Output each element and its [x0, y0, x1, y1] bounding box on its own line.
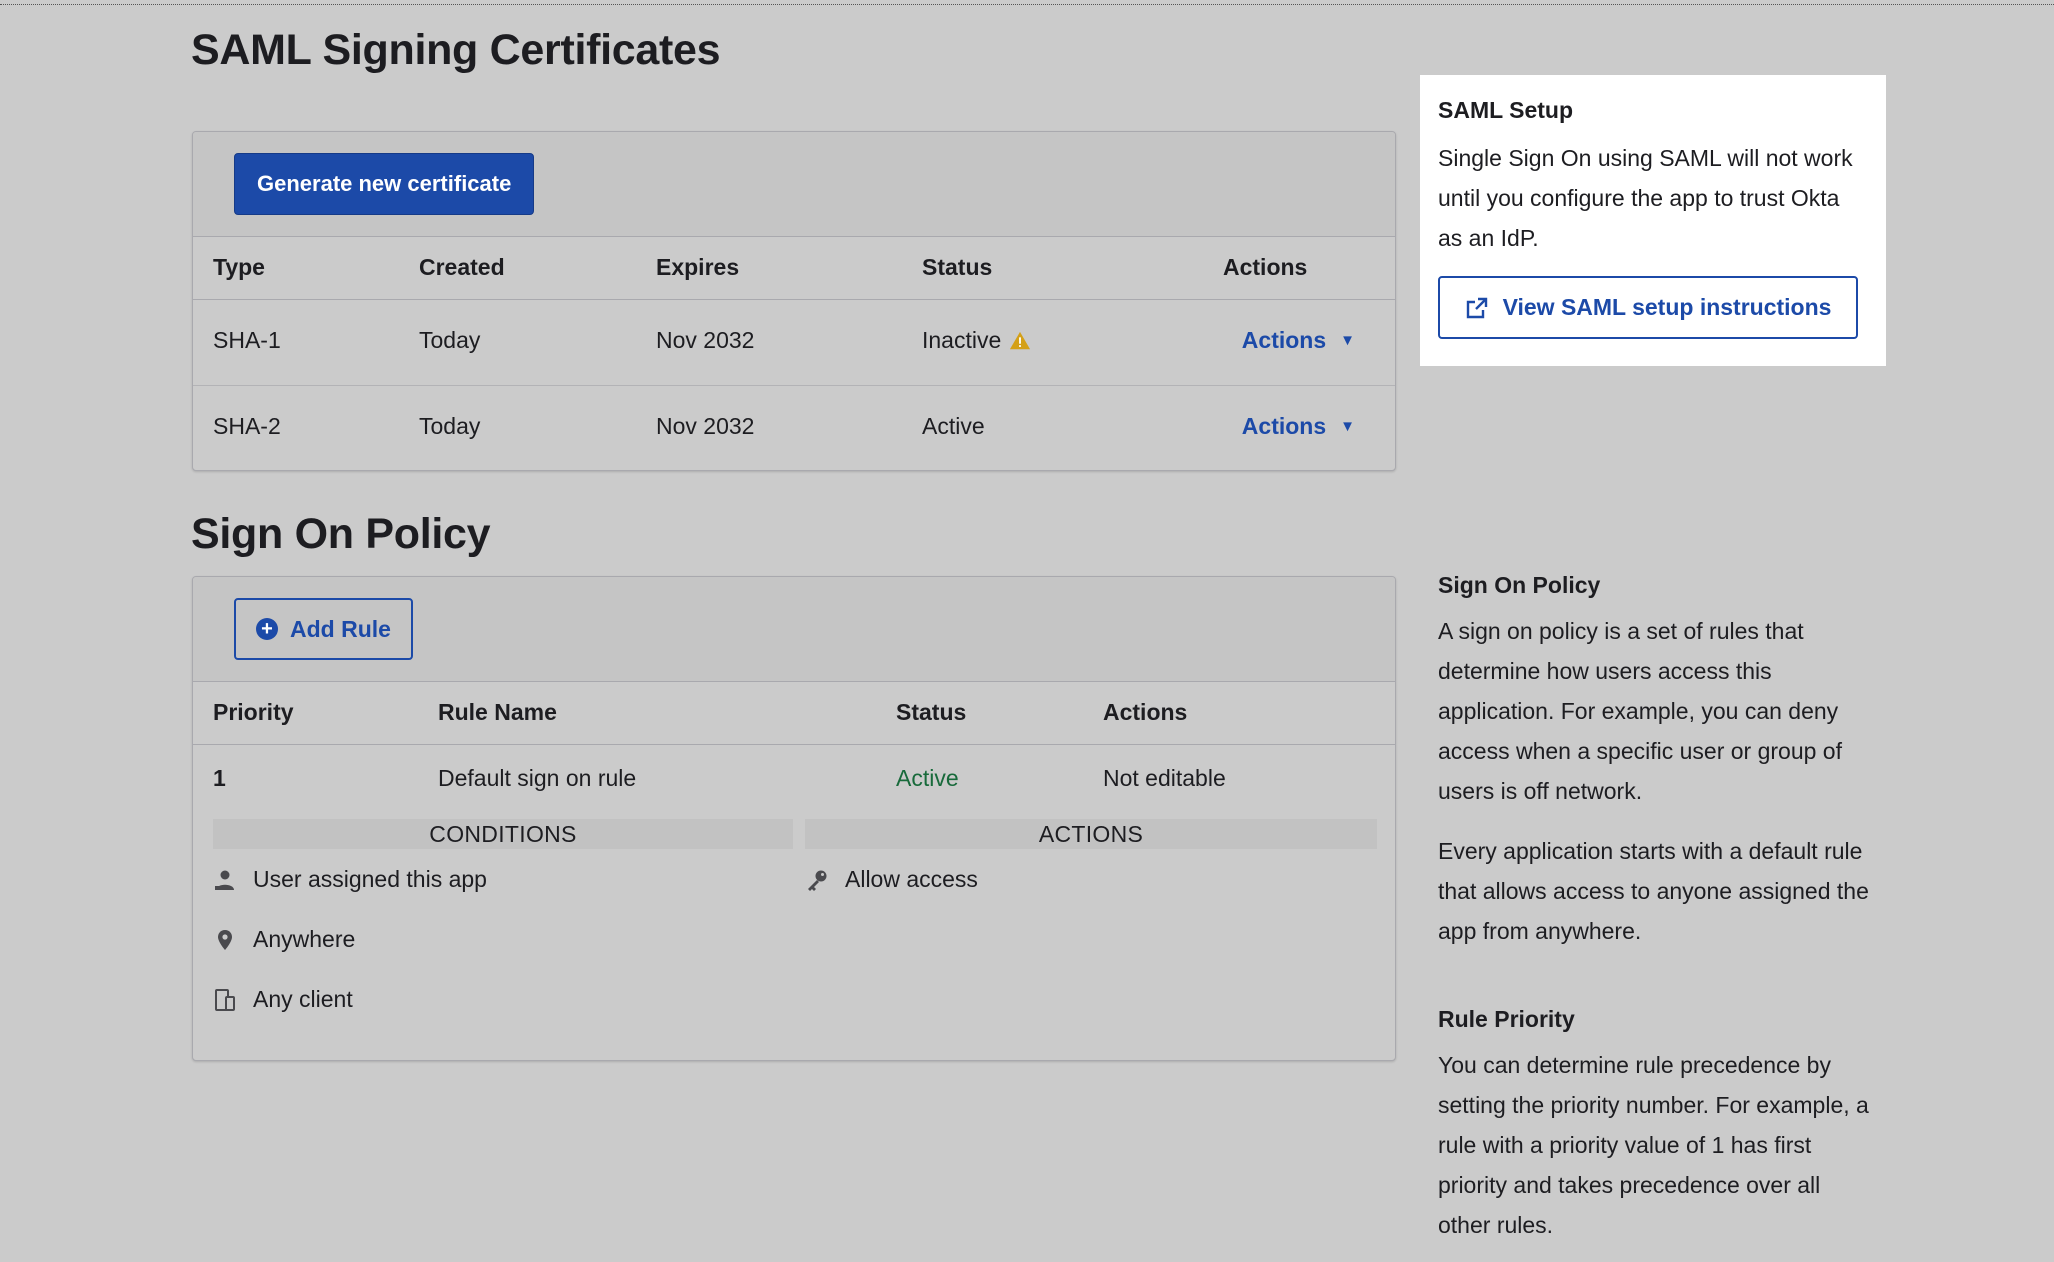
- column-status: Status: [922, 254, 993, 280]
- add-rule-label: Add Rule: [290, 615, 391, 642]
- warning-icon: [1010, 331, 1031, 349]
- column-type: Type: [213, 254, 265, 280]
- cert-status: Active: [922, 413, 985, 439]
- column-actions: Actions: [1103, 699, 1188, 725]
- certificates-table-header: Type Created Expires Status Actions: [193, 237, 1395, 300]
- certificates-table-body: SHA-1 Today Nov 2032 Inactive Actions ▼ …: [193, 300, 1395, 470]
- caret-down-icon: ▼: [1340, 332, 1355, 349]
- key-icon: [808, 870, 827, 891]
- policy-help-paragraph: A sign on policy is a set of rules that …: [1438, 618, 1842, 804]
- certificates-title: SAML Signing Certificates: [191, 26, 721, 74]
- certificates-panel: Generate new certificate Type Created Ex…: [192, 131, 1396, 471]
- column-created: Created: [419, 254, 505, 280]
- condition-text: User assigned this app: [253, 866, 487, 892]
- saml-setup-title: SAML Setup: [1438, 97, 1574, 123]
- conditions-header: CONDITIONS: [213, 819, 793, 849]
- rule-actions: Not editable: [1103, 765, 1226, 791]
- generate-certificate-button[interactable]: Generate new certificate: [234, 153, 535, 215]
- condition-text: Anywhere: [253, 926, 356, 952]
- column-priority: Priority: [213, 699, 294, 725]
- actions-dropdown[interactable]: Actions ▼: [1242, 413, 1355, 440]
- actions-dropdown-label: Actions: [1241, 327, 1327, 353]
- policy-rule-row: 1 Default sign on rule Active Not editab…: [193, 744, 1395, 1060]
- top-border: [0, 4, 2054, 5]
- column-status: Status: [896, 699, 967, 725]
- external-link-icon: [1466, 297, 1487, 318]
- condition-text: Any client: [253, 986, 353, 1012]
- policy-title: Sign On Policy: [191, 510, 491, 558]
- cert-status-text: Inactive: [922, 327, 1002, 353]
- view-saml-instructions-button[interactable]: View SAML setup instructions: [1438, 276, 1858, 339]
- policy-toolbar: + Add Rule: [193, 577, 1395, 682]
- policy-help-section: Sign On Policy A sign on policy is a set…: [1438, 572, 1878, 971]
- condition-item: User assigned this app: [213, 866, 487, 893]
- user-icon: [215, 870, 234, 890]
- policy-help-title: Sign On Policy: [1438, 572, 1601, 598]
- actions-dropdown-label: Actions: [1241, 413, 1327, 439]
- table-row: SHA-2 Today Nov 2032 Active Actions ▼: [193, 386, 1395, 470]
- action-text: Allow access: [845, 866, 978, 892]
- cert-created: Today: [419, 327, 481, 353]
- policy-table-header: Priority Rule Name Status Actions: [193, 682, 1395, 745]
- policy-help-paragraph: Every application starts with a default …: [1438, 838, 1869, 944]
- view-saml-instructions-label: View SAML setup instructions: [1502, 294, 1832, 320]
- cert-status: Inactive: [922, 327, 1031, 354]
- actions-header: ACTIONS: [805, 819, 1377, 849]
- rule-priority: 1: [213, 765, 226, 791]
- caret-down-icon: ▼: [1340, 418, 1355, 435]
- column-rule-name: Rule Name: [438, 699, 557, 725]
- priority-help-section: Rule Priority You can determine rule pre…: [1438, 1006, 1878, 1245]
- certificates-toolbar: Generate new certificate: [193, 132, 1395, 237]
- device-icon: [215, 988, 235, 1011]
- rule-name: Default sign on rule: [438, 765, 637, 791]
- location-pin-icon: [218, 929, 232, 950]
- priority-help-title: Rule Priority: [1438, 1006, 1575, 1032]
- add-rule-button[interactable]: + Add Rule: [234, 598, 413, 660]
- column-actions: Actions: [1223, 254, 1308, 280]
- condition-item: Anywhere: [213, 926, 355, 953]
- actions-dropdown[interactable]: Actions ▼: [1242, 327, 1355, 354]
- cert-created: Today: [419, 413, 481, 439]
- plus-circle-icon: +: [256, 618, 278, 640]
- saml-setup-box: SAML Setup Single Sign On using SAML wil…: [1420, 75, 1886, 366]
- rule-status: Active: [896, 765, 959, 791]
- priority-help-text: You can determine rule precedence by set…: [1438, 1052, 1869, 1238]
- table-row: SHA-1 Today Nov 2032 Inactive Actions ▼: [193, 300, 1395, 386]
- action-item: Allow access: [805, 866, 978, 893]
- cert-type: SHA-2: [213, 413, 281, 439]
- column-expires: Expires: [656, 254, 740, 280]
- saml-setup-text: Single Sign On using SAML will not work …: [1438, 145, 1853, 251]
- condition-item: Any client: [213, 986, 353, 1013]
- cert-expires: Nov 2032: [656, 327, 755, 353]
- policy-panel: + Add Rule Priority Rule Name Status Act…: [192, 576, 1396, 1061]
- cert-type: SHA-1: [213, 327, 281, 353]
- cert-expires: Nov 2032: [656, 413, 755, 439]
